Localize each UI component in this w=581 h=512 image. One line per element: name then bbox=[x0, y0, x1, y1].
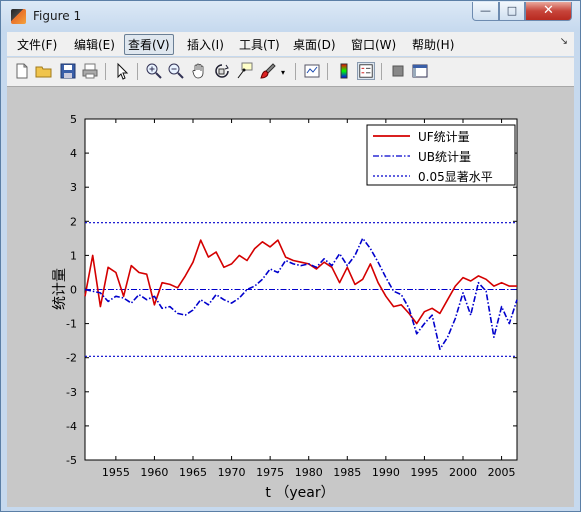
y-tick-label: 0 bbox=[70, 284, 77, 297]
y-tick-label: 5 bbox=[70, 113, 77, 126]
y-tick-label: -5 bbox=[66, 454, 77, 467]
y-tick-label: 3 bbox=[70, 181, 77, 194]
x-tick-label: 1985 bbox=[333, 466, 361, 479]
legend[interactable]: UF统计量 UB统计量 0.05显著水平 bbox=[366, 124, 516, 186]
y-axis-label: 统计量 bbox=[52, 268, 68, 310]
x-tick-label: 1960 bbox=[140, 466, 168, 479]
y-tick-label: -2 bbox=[66, 352, 77, 365]
legend-label: UF统计量 bbox=[418, 130, 470, 144]
x-tick-label: 1995 bbox=[410, 466, 438, 479]
y-tick-label: 4 bbox=[70, 147, 77, 160]
x-tick-label: 1965 bbox=[179, 466, 207, 479]
x-tick-label: 2000 bbox=[449, 466, 477, 479]
x-tick-label: 1955 bbox=[102, 466, 130, 479]
x-tick-label: 1990 bbox=[372, 466, 400, 479]
y-tick-label: -4 bbox=[66, 420, 77, 433]
y-tick-label: -1 bbox=[66, 318, 77, 331]
y-tick-label: -3 bbox=[66, 386, 77, 399]
x-tick-label: 1980 bbox=[295, 466, 323, 479]
legend-label: 0.05显著水平 bbox=[418, 170, 493, 184]
x-tick-label: 1975 bbox=[256, 466, 284, 479]
y-tick-label: 2 bbox=[70, 215, 77, 228]
legend-label: UB统计量 bbox=[418, 150, 471, 164]
mann-kendall-chart: -5 -4 -3 -2 -1 0 1 2 3 4 5 1955 1960 1965 1970 1975 198… bbox=[52, 113, 518, 501]
x-axis-label: t （year） bbox=[265, 485, 334, 501]
x-tick-label: 1970 bbox=[218, 466, 246, 479]
x-tick-label: 2005 bbox=[488, 466, 516, 479]
y-tick-label: 1 bbox=[70, 249, 77, 262]
